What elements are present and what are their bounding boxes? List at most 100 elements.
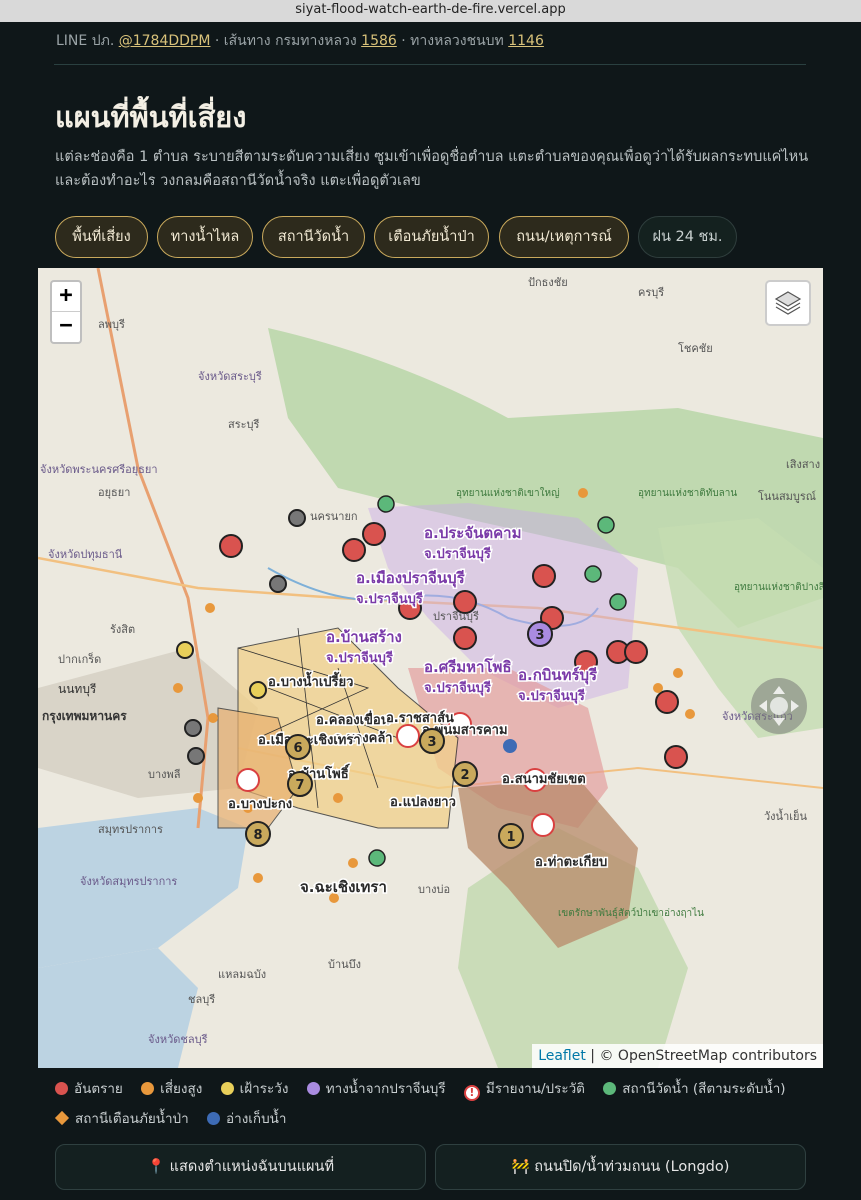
- risk-map[interactable]: อ.ประจันตคาม จ.ปราจีนบุรี อ.เมืองปราจีนบ…: [38, 268, 823, 1068]
- park-label: อุทยานแห่งชาติทับลาน: [638, 488, 737, 499]
- contact-info-line: LINE ปภ. @1784DDPM · เส้นทาง กรมทางหลวง …: [56, 30, 544, 52]
- district-label: อ.สนามชัยเขต: [502, 772, 586, 787]
- district-label: อ.กบินทร์บุรี: [518, 666, 598, 685]
- legend-danger-dot: [55, 1082, 68, 1095]
- place-label: สมุทรปราการ: [98, 823, 163, 836]
- place-label: เสิงสาง: [786, 458, 820, 471]
- park-label: อุทยานแห่งชาติปางสีดา: [734, 581, 823, 593]
- place-label: สระบุรี: [228, 418, 260, 431]
- map-legend: อันตราย เสี่ยงสูง เฝ้าระวัง ทางน้ำจากปรา…: [54, 1074, 815, 1134]
- road-closures-button[interactable]: 🚧 ถนนปิด/น้ำท่วมถนน (Longdo): [435, 1144, 806, 1190]
- district-label: อ.ประจันตคาม: [424, 524, 521, 542]
- cluster-count: 7: [295, 778, 304, 793]
- cluster-count: 1: [506, 830, 515, 845]
- cluster-count: 8: [253, 828, 262, 843]
- legend-watch-dot: [220, 1082, 234, 1095]
- page-description: แต่ละช่องคือ 1 ตำบล ระบายสีตามระดับความเ…: [55, 149, 809, 189]
- layers-button[interactable]: [765, 280, 811, 326]
- chip-rain-24h[interactable]: ฝน 24 ชม.: [638, 216, 737, 258]
- zoom-out-button[interactable]: −: [52, 312, 80, 342]
- legend-station-dot: [603, 1082, 617, 1095]
- cluster-count: 6: [293, 741, 302, 756]
- place-label: ปักธงชัย: [528, 276, 568, 289]
- place-label: โนนสมบูรณ์: [758, 489, 816, 503]
- leaflet-link[interactable]: Leaflet: [538, 1048, 586, 1064]
- legend-label: ทางน้ำจากปราจีนบุรี: [325, 1081, 446, 1097]
- legend-label: สถานีเตือนภัยน้ำป่า: [75, 1111, 189, 1127]
- place-label: ครบุรี: [638, 286, 664, 299]
- place-label: ชลบุรี: [188, 993, 215, 1006]
- map-attribution: Leaflet | © OpenStreetMap contributors: [532, 1044, 823, 1068]
- chip-risk-area[interactable]: พื้นที่เสี่ยง: [55, 216, 148, 258]
- place-label: จังหวัดสมุทรปราการ: [80, 875, 177, 888]
- district-label: อ.ท่าตะเกียบ: [535, 854, 607, 870]
- district-label: อ.ศรีมหาโพธิ: [424, 657, 512, 676]
- sea-area: [38, 948, 198, 1068]
- province-label: จ.ปราจีนบุรี: [424, 680, 491, 696]
- legend-reservoir: อ่างเก็บน้ำ: [207, 1104, 286, 1134]
- legend-prachin-flow: ทางน้ำจากปราจีนบุรี: [306, 1074, 446, 1104]
- page-title: แผนที่พื้นที่เสี่ยง: [55, 100, 247, 134]
- legend-label: เสี่ยงสูง: [160, 1081, 203, 1097]
- place-label: จังหวัดพระนครศรีอยุธยา: [40, 463, 158, 476]
- cluster-count: 3: [427, 735, 436, 750]
- browser-url-bar[interactable]: siyat-flood-watch-earth-de-fire.vercel.a…: [0, 0, 861, 22]
- place-label: นครนายก: [310, 510, 358, 523]
- place-label: ปราจีนบุรี: [433, 610, 479, 623]
- zoom-control: + −: [50, 280, 82, 344]
- province-label: จ.ปราจีนบุรี: [356, 591, 423, 607]
- district-label: อ.บางปะกง: [228, 797, 292, 812]
- province-label: จ.ปราจีนบุรี: [518, 688, 585, 704]
- line-prefix: LINE ปภ.: [56, 33, 119, 49]
- legend-flow-dot: [306, 1082, 320, 1095]
- rural-number-link[interactable]: 1146: [508, 33, 544, 49]
- district-label: อ.คลองเขื่อน: [316, 710, 390, 728]
- legend-reported: ! มีรายงาน/ประวัติ: [463, 1074, 585, 1104]
- legend-high-risk: เสี่ยงสูง: [141, 1074, 202, 1104]
- park-label: อุทยานแห่งชาติเขาใหญ่: [456, 487, 560, 499]
- chip-road-event[interactable]: ถนน/เหตุการณ์: [499, 216, 629, 258]
- place-label: จังหวัดชลบุรี: [148, 1033, 208, 1046]
- place-label: บ้านบึง: [328, 958, 361, 971]
- chip-water-station[interactable]: สถานีวัดน้ำ: [262, 216, 365, 258]
- district-label: อ.เมืองปราจีนบุรี: [356, 569, 466, 588]
- legend-label: สถานีวัดน้ำ (สีตามระดับน้ำ): [622, 1081, 786, 1097]
- place-label: แหลมฉบัง: [218, 968, 266, 981]
- province-label: จ.ฉะเชิงเทรา: [300, 878, 387, 896]
- warning-icon: !: [463, 1085, 480, 1101]
- pan-arrows-icon: [759, 686, 799, 726]
- legend-watch: เฝ้าระวัง: [220, 1074, 289, 1104]
- place-label: อยุธยา: [98, 486, 130, 499]
- province-label: จ.ปราจีนบุรี: [424, 546, 491, 562]
- place-label: บางพลี: [148, 768, 181, 781]
- cluster-count: 2: [460, 768, 469, 783]
- diamond-icon: [54, 1110, 70, 1126]
- district-label: อ.แปลงยาว: [390, 795, 456, 810]
- cluster-count: 3: [535, 628, 544, 643]
- map-canvas[interactable]: อ.ประจันตคาม จ.ปราจีนบุรี อ.เมืองปราจีนบ…: [38, 268, 823, 1068]
- place-label: ปากเกร็ด: [58, 652, 101, 666]
- legend-label: เฝ้าระวัง: [239, 1081, 289, 1097]
- legend-label: อันตราย: [74, 1081, 123, 1097]
- pan-control[interactable]: [751, 678, 807, 734]
- place-label: วังน้ำเย็น: [764, 808, 807, 823]
- place-label: รังสิต: [110, 623, 135, 636]
- place-label: นนทบุรี: [58, 682, 97, 697]
- place-label: บางบ่อ: [418, 883, 450, 896]
- chip-waterway[interactable]: ทางน้ำไหล: [157, 216, 253, 258]
- province-label: จ.ปราจีนบุรี: [326, 650, 393, 666]
- legend-flash-flood: สถานีเตือนภัยน้ำป่า: [54, 1104, 189, 1134]
- place-label: จังหวัดสระบุรี: [198, 370, 262, 383]
- legend-danger: อันตราย: [55, 1074, 123, 1104]
- highway-number-link[interactable]: 1586: [361, 33, 397, 49]
- chip-flash-flood[interactable]: เตือนภัยน้ำป่า: [374, 216, 489, 258]
- layers-icon: [774, 291, 802, 315]
- zoom-in-button[interactable]: +: [52, 282, 80, 312]
- show-my-location-button[interactable]: 📍 แสดงตำแหน่งฉันบนแผนที่: [55, 1144, 426, 1190]
- park-label: เขตรักษาพันธุ์สัตว์ป่าเขาอ่างฤาไน: [558, 907, 704, 919]
- place-label: จังหวัดปทุมธานี: [48, 548, 123, 561]
- district-label: อ.บ้านสร้าง: [326, 628, 402, 646]
- place-label: กรุงเทพมหานคร: [42, 709, 127, 724]
- legend-label: อ่างเก็บน้ำ: [226, 1111, 287, 1127]
- line-id-link[interactable]: @1784DDPM: [119, 33, 211, 49]
